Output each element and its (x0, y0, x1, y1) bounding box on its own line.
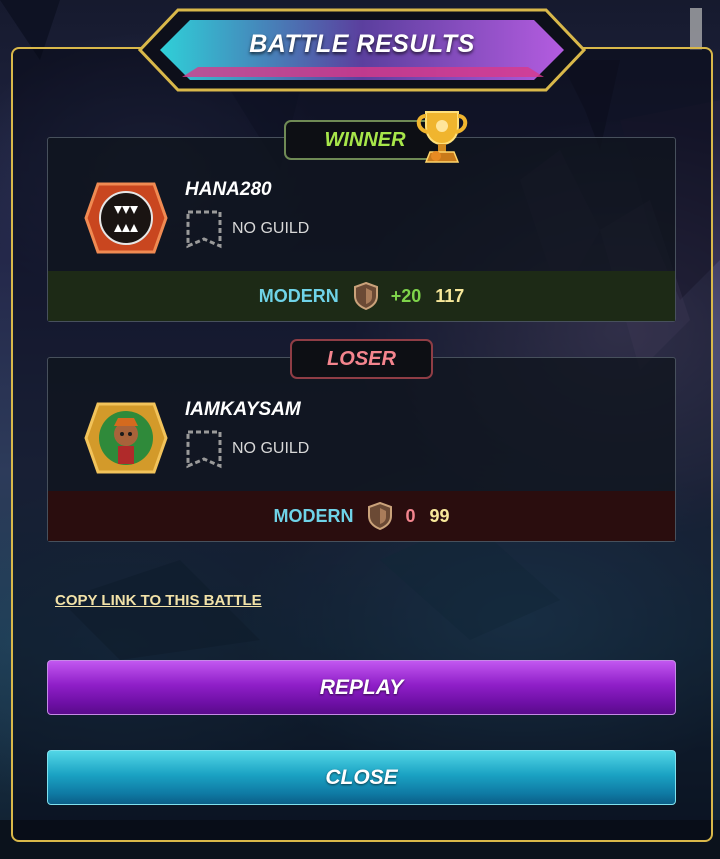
loser-guild: NO GUILD (232, 440, 310, 457)
copy-battle-link[interactable]: COPY LINK TO THIS BATTLE (55, 592, 262, 609)
trophy-icon (416, 111, 468, 163)
loser-tag: LOSER (290, 339, 433, 379)
page-title: BATTLE RESULTS (249, 30, 475, 58)
format-label: MODERN (273, 505, 354, 526)
rating-change: 0 (405, 505, 416, 526)
league-shield-icon (353, 282, 378, 310)
winner-name[interactable]: HANA280 (185, 179, 272, 201)
loser-name[interactable]: IAMKAYSAM (185, 399, 301, 421)
winner-card: HANA280 NO GUILD MODERN +20 117 (47, 137, 676, 322)
replay-button[interactable]: REPLAY (47, 660, 676, 715)
winner-rating-bar: MODERN +20 117 (48, 271, 675, 321)
warrior-portrait-icon (84, 402, 168, 474)
format-label: MODERN (258, 285, 339, 306)
fanged-monster-icon (84, 182, 168, 254)
winner-guild: NO GUILD (232, 220, 310, 237)
loser-card: IAMKAYSAM NO GUILD MODERN 0 99 (47, 357, 676, 542)
guild-banner-icon (186, 210, 222, 249)
league-shield-icon (368, 502, 393, 530)
guild-banner-icon (186, 430, 222, 469)
close-button[interactable]: CLOSE (47, 750, 676, 805)
rating-value: 117 (435, 285, 465, 306)
rating-change: +20 (390, 285, 422, 306)
rating-value: 99 (429, 505, 450, 526)
loser-rating-bar: MODERN 0 99 (48, 491, 675, 541)
